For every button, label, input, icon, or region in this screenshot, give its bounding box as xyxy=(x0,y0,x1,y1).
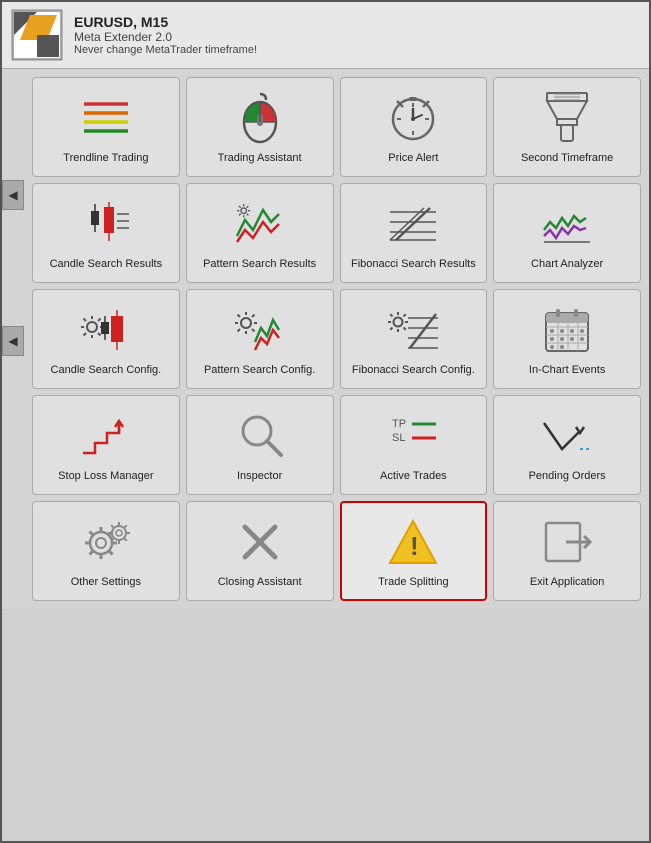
active-trades[interactable]: TP SL Active Trades xyxy=(340,395,488,495)
trendline-trading-icon xyxy=(79,91,133,145)
svg-text:!: ! xyxy=(410,531,419,561)
exit-application-label: Exit Application xyxy=(530,575,605,589)
candle-search-results-label: Candle Search Results xyxy=(50,257,163,271)
fibonacci-search-results[interactable]: Fibonacci Search Results xyxy=(340,183,488,283)
inspector[interactable]: Inspector xyxy=(186,395,334,495)
price-alert-icon xyxy=(386,91,440,145)
stop-loss-manager-label: Stop Loss Manager xyxy=(58,469,153,483)
stop-loss-manager-icon xyxy=(79,409,133,463)
grid-container: Trendline Trading Trading Assistant xyxy=(24,69,649,609)
closing-assistant-label: Closing Assistant xyxy=(218,575,302,589)
trading-assistant-label: Trading Assistant xyxy=(218,151,302,165)
header: EURUSD, M15 Meta Extender 2.0 Never chan… xyxy=(2,2,649,69)
fibonacci-search-config[interactable]: Fibonacci Search Config. xyxy=(340,289,488,389)
pattern-search-config-label: Pattern Search Config. xyxy=(204,363,315,377)
app-logo xyxy=(12,10,62,60)
pattern-search-results-label: Pattern Search Results xyxy=(203,257,316,271)
svg-text:TP: TP xyxy=(392,418,406,430)
exit-application-icon xyxy=(540,515,594,569)
trading-assistant-icon xyxy=(233,91,287,145)
fibonacci-search-results-icon xyxy=(386,197,440,251)
other-settings-icon xyxy=(79,515,133,569)
other-settings-label: Other Settings xyxy=(71,575,141,589)
candle-search-results[interactable]: Candle Search Results xyxy=(32,183,180,283)
main-area: ◀ ◀ Trendline Trading xyxy=(2,69,649,609)
other-settings[interactable]: Other Settings xyxy=(32,501,180,601)
trendline-trading-label: Trendline Trading xyxy=(63,151,148,165)
pending-orders[interactable]: Pending Orders xyxy=(493,395,641,495)
pattern-search-config[interactable]: Pattern Search Config. xyxy=(186,289,334,389)
second-timeframe-label: Second Timeframe xyxy=(521,151,613,165)
header-warning: Never change MetaTrader timeframe! xyxy=(74,44,257,56)
chart-analyzer-label: Chart Analyzer xyxy=(531,257,603,271)
pattern-search-results[interactable]: Pattern Search Results xyxy=(186,183,334,283)
chart-analyzer-icon xyxy=(540,197,594,251)
app-window: EURUSD, M15 Meta Extender 2.0 Never chan… xyxy=(0,0,651,843)
closing-assistant[interactable]: Closing Assistant xyxy=(186,501,334,601)
price-alert[interactable]: Price Alert xyxy=(340,77,488,177)
fibonacci-search-results-label: Fibonacci Search Results xyxy=(351,257,476,271)
header-app: Meta Extender 2.0 xyxy=(74,30,257,44)
pending-orders-icon xyxy=(540,409,594,463)
svg-text:SL: SL xyxy=(392,432,405,444)
pending-orders-label: Pending Orders xyxy=(529,469,606,483)
inspector-label: Inspector xyxy=(237,469,282,483)
price-alert-label: Price Alert xyxy=(388,151,438,165)
trade-splitting-label: Trade Splitting xyxy=(378,575,449,589)
in-chart-events[interactable]: In-Chart Events xyxy=(493,289,641,389)
inspector-icon xyxy=(233,409,287,463)
trendline-trading[interactable]: Trendline Trading xyxy=(32,77,180,177)
trading-assistant[interactable]: Trading Assistant xyxy=(186,77,334,177)
candle-search-config[interactable]: Candle Search Config. xyxy=(32,289,180,389)
exit-application[interactable]: Exit Application xyxy=(493,501,641,601)
second-timeframe-icon xyxy=(540,91,594,145)
header-text: EURUSD, M15 Meta Extender 2.0 Never chan… xyxy=(74,14,257,56)
trade-splitting-icon: ! xyxy=(386,515,440,569)
closing-assistant-icon xyxy=(233,515,287,569)
trade-splitting[interactable]: ! Trade Splitting xyxy=(340,501,488,601)
header-pair: EURUSD, M15 xyxy=(74,14,257,30)
in-chart-events-icon xyxy=(540,303,594,357)
candle-search-config-label: Candle Search Config. xyxy=(51,363,162,377)
in-chart-events-label: In-Chart Events xyxy=(529,363,605,377)
pattern-search-config-icon xyxy=(233,303,287,357)
second-timeframe[interactable]: Second Timeframe xyxy=(493,77,641,177)
fibonacci-search-config-label: Fibonacci Search Config. xyxy=(352,363,475,377)
button-grid: Trendline Trading Trading Assistant xyxy=(32,77,641,601)
active-trades-label: Active Trades xyxy=(380,469,447,483)
fibonacci-search-config-icon xyxy=(386,303,440,357)
candle-search-config-icon xyxy=(79,303,133,357)
stop-loss-manager[interactable]: Stop Loss Manager xyxy=(32,395,180,495)
nav-arrow-row4[interactable]: ◀ xyxy=(2,326,24,356)
nav-arrow-row2[interactable]: ◀ xyxy=(2,180,24,210)
chart-analyzer[interactable]: Chart Analyzer xyxy=(493,183,641,283)
active-trades-icon: TP SL xyxy=(386,409,440,463)
pattern-search-results-icon xyxy=(233,197,287,251)
candle-search-results-icon xyxy=(79,197,133,251)
